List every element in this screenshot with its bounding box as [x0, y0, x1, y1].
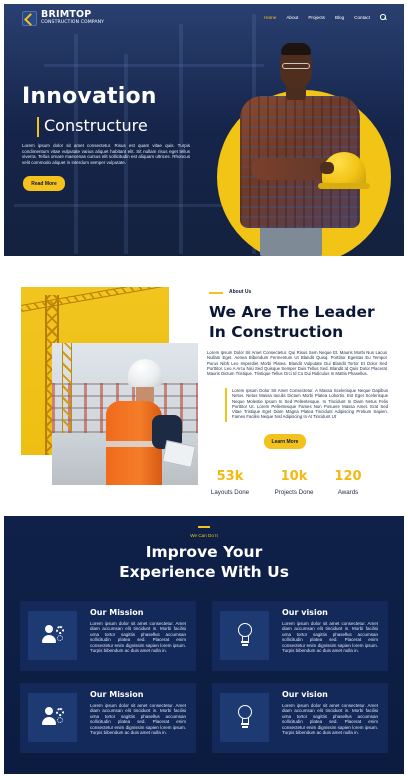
- services-section: We Can Do It Improve Your Experience Wit…: [4, 516, 404, 774]
- engineer-blueprint: [162, 440, 196, 468]
- site-crane: [62, 343, 72, 433]
- hero-section: BRIMTOP CONSTRUCTION COMPANY Home About …: [4, 4, 404, 256]
- engineer-image: [52, 343, 198, 485]
- stat-value: 10k: [280, 469, 308, 484]
- card-icon-box: [220, 611, 269, 660]
- stat-projects: 10k Projects Done: [264, 469, 324, 496]
- nav-link-contact[interactable]: Contact: [354, 15, 370, 20]
- about-paragraph: Lorem Ipsum Dolor Sit Amet Consectetur. …: [207, 350, 387, 377]
- card-text: Lorem ipsum dolor sit amet consectetur. …: [282, 703, 378, 736]
- scaffold-beam: [179, 24, 183, 254]
- vision-card[interactable]: Our vision Lorem ipsum dolor sit amet co…: [212, 683, 388, 753]
- nav-link-projects[interactable]: Projects: [308, 15, 325, 20]
- stat-value: 120: [334, 469, 362, 484]
- hero-subtitle: Constructure: [44, 116, 148, 135]
- read-more-button[interactable]: Read More: [23, 176, 65, 191]
- user-gear-icon: [42, 707, 66, 729]
- worker-hand: [320, 162, 334, 174]
- logo-icon[interactable]: [22, 11, 37, 26]
- about-heading: We Are The Leader In Construction: [209, 303, 375, 341]
- nav-link-home[interactable]: Home: [264, 15, 276, 20]
- worker-glasses: [282, 63, 310, 69]
- card-text: Lorem ipsum dolor sit amet consectetur. …: [90, 703, 186, 736]
- about-label: About Us: [229, 289, 252, 295]
- lightbulb-icon: [237, 623, 253, 647]
- stat-layouts: 53k Layouts Done: [200, 469, 260, 496]
- about-quote: Lorem Ipsum Dolor Sit Amet Consectetur. …: [232, 388, 388, 420]
- services-heading: Improve Your Experience With Us: [4, 542, 404, 582]
- card-title: Our Mission: [90, 608, 144, 617]
- stat-value: 53k: [216, 469, 244, 484]
- main-nav: Home About Projects Blog Contact: [264, 14, 386, 20]
- stat-label: Awards: [337, 489, 359, 496]
- user-gear-icon: [42, 625, 66, 647]
- hero-title: Innovation: [22, 84, 157, 109]
- card-text: Lorem ipsum dolor sit amet consectetur. …: [282, 621, 378, 654]
- services-label: We Can Do It: [190, 533, 218, 538]
- vision-card[interactable]: Our vision Lorem ipsum dolor sit amet co…: [212, 601, 388, 671]
- services-label-accent: [198, 526, 210, 528]
- card-icon-box: [28, 693, 77, 742]
- landing-page: BRIMTOP CONSTRUCTION COMPANY Home About …: [0, 0, 408, 780]
- stat-label: Projects Done: [274, 489, 314, 496]
- services-heading-line1: Improve Your: [145, 543, 263, 561]
- card-icon-box: [220, 693, 269, 742]
- card-title: Our Mission: [90, 690, 144, 699]
- mission-card[interactable]: Our Mission Lorem ipsum dolor sit amet c…: [20, 683, 196, 753]
- hero-title-accent: [37, 117, 39, 137]
- scaffold-beam: [44, 64, 264, 67]
- hero-worker-image: [232, 40, 392, 256]
- search-icon[interactable]: [380, 14, 386, 20]
- mission-card[interactable]: Our Mission Lorem ipsum dolor sit amet c…: [20, 601, 196, 671]
- about-quote-accent: [225, 388, 227, 422]
- card-title: Our vision: [282, 608, 328, 617]
- worker-hair: [281, 43, 311, 55]
- stat-awards: 120 Awards: [318, 469, 378, 496]
- brand-subtitle: CONSTRUCTION COMPANY: [41, 20, 105, 25]
- hero-description: Lorem ipsum dolor sit amet consectetur. …: [22, 143, 190, 165]
- brand-name[interactable]: BRIMTOP: [41, 9, 91, 20]
- nav-link-blog[interactable]: Blog: [335, 15, 344, 20]
- lightbulb-icon: [237, 705, 253, 729]
- about-label-accent: [209, 292, 223, 294]
- card-title: Our vision: [282, 690, 328, 699]
- services-heading-line2: Experience With Us: [119, 563, 289, 581]
- white-hard-hat-icon: [128, 359, 162, 387]
- nav-link-about[interactable]: About: [286, 15, 298, 20]
- card-text: Lorem ipsum dolor sit amet consectetur. …: [90, 621, 186, 654]
- card-icon-box: [28, 611, 77, 660]
- learn-more-button[interactable]: Learn More: [264, 434, 306, 449]
- stat-label: Layouts Done: [210, 489, 250, 496]
- crane-jib: [21, 287, 168, 312]
